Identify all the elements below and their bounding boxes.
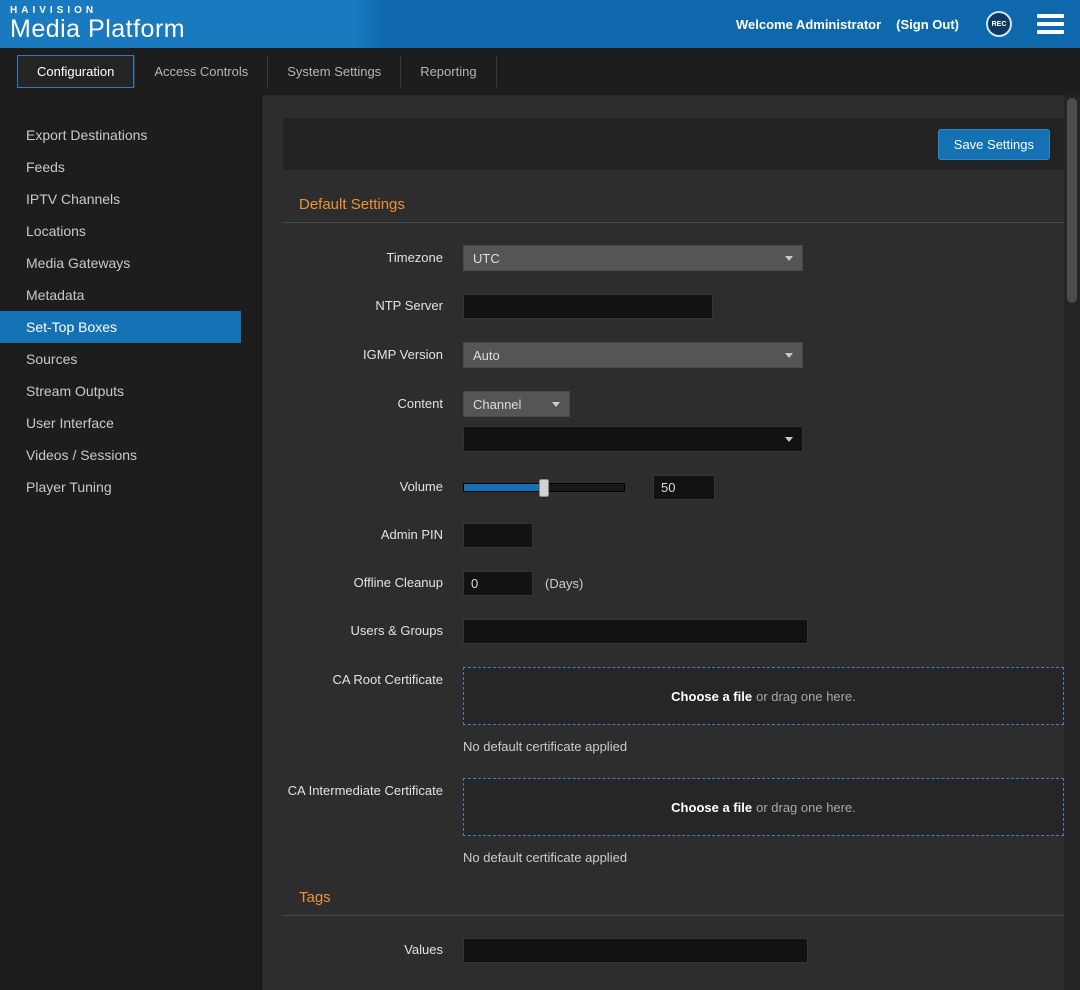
admin-pin-row: Admin PIN xyxy=(283,523,1064,548)
sidebar-item-feeds[interactable]: Feeds xyxy=(0,151,241,183)
content-label: Content xyxy=(283,391,443,413)
sidebar-item-locations[interactable]: Locations xyxy=(0,215,241,247)
timezone-select-value: UTC xyxy=(473,251,785,266)
vertical-scrollbar[interactable] xyxy=(1064,95,1080,990)
sidebar-item-player-tuning[interactable]: Player Tuning xyxy=(0,471,241,503)
tab-reporting[interactable]: Reporting xyxy=(400,55,496,88)
users-groups-label: Users & Groups xyxy=(283,623,443,640)
igmp-version-select-value: Auto xyxy=(473,348,785,363)
ca-intermediate-choose-file-link[interactable]: Choose a file xyxy=(671,800,752,815)
timezone-select[interactable]: UTC xyxy=(463,245,803,271)
offline-cleanup-label: Offline Cleanup xyxy=(283,575,443,592)
brand-product: Media Platform xyxy=(10,15,185,44)
main-nav: Configuration Access Controls System Set… xyxy=(0,48,1080,95)
offline-cleanup-row: Offline Cleanup (Days) xyxy=(283,571,1064,596)
sidebar-item-user-interface[interactable]: User Interface xyxy=(0,407,241,439)
sidebar-item-iptv-channels[interactable]: IPTV Channels xyxy=(0,183,241,215)
offline-cleanup-suffix: (Days) xyxy=(545,576,583,591)
ca-intermediate-dropzone[interactable]: Choose a file or drag one here. xyxy=(463,778,1064,836)
igmp-version-label: IGMP Version xyxy=(283,347,443,364)
section-divider xyxy=(283,222,1064,223)
config-sidebar: Export Destinations Feeds IPTV Channels … xyxy=(0,95,262,990)
menu-icon[interactable] xyxy=(1037,10,1064,38)
tags-values-label: Values xyxy=(283,942,443,959)
ntp-server-row: NTP Server xyxy=(283,294,1064,319)
offline-cleanup-input[interactable] xyxy=(463,571,533,596)
content-type-select-value: Channel xyxy=(473,397,544,412)
chevron-down-icon xyxy=(785,353,793,358)
ca-root-dropzone[interactable]: Choose a file or drag one here. xyxy=(463,667,1064,725)
ca-intermediate-row: CA Intermediate Certificate Choose a fil… xyxy=(283,778,1064,836)
sidebar-item-set-top-boxes[interactable]: Set-Top Boxes xyxy=(0,311,241,343)
sidebar-item-stream-outputs[interactable]: Stream Outputs xyxy=(0,375,241,407)
chevron-down-icon xyxy=(552,402,560,407)
ca-root-choose-file-link[interactable]: Choose a file xyxy=(671,689,752,704)
section-divider xyxy=(283,915,1064,916)
ca-root-label: CA Root Certificate xyxy=(283,667,443,689)
scrollbar-thumb[interactable] xyxy=(1067,98,1077,303)
sidebar-item-export-destinations[interactable]: Export Destinations xyxy=(0,119,241,151)
action-toolbar: Save Settings xyxy=(283,118,1064,170)
volume-slider-thumb[interactable] xyxy=(539,479,549,497)
tags-values-input[interactable] xyxy=(463,938,808,963)
sign-out-link[interactable]: (Sign Out) xyxy=(896,17,959,32)
timezone-label: Timezone xyxy=(283,250,443,267)
save-settings-button[interactable]: Save Settings xyxy=(938,129,1050,160)
users-groups-input[interactable] xyxy=(463,619,808,644)
ntp-server-input[interactable] xyxy=(463,294,713,319)
content-row: Content Channel xyxy=(283,391,1064,452)
content-item-select[interactable] xyxy=(463,426,803,452)
tab-system-settings[interactable]: System Settings xyxy=(267,55,400,88)
volume-slider[interactable] xyxy=(463,483,625,492)
volume-row: Volume xyxy=(283,475,1064,500)
timezone-row: Timezone UTC xyxy=(283,245,1064,271)
sidebar-item-media-gateways[interactable]: Media Gateways xyxy=(0,247,241,279)
chevron-down-icon xyxy=(785,256,793,261)
tags-values-row: Values xyxy=(283,938,1064,963)
ca-intermediate-status: No default certificate applied xyxy=(463,850,1064,865)
tags-heading: Tags xyxy=(299,889,1064,906)
settings-content: Save Settings Default Settings Timezone … xyxy=(262,95,1080,990)
ca-root-status: No default certificate applied xyxy=(463,739,1064,754)
volume-label: Volume xyxy=(283,479,443,496)
ca-intermediate-drag-text: or drag one here. xyxy=(756,800,856,815)
users-groups-row: Users & Groups xyxy=(283,619,1064,644)
ca-root-drag-text: or drag one here. xyxy=(756,689,856,704)
chevron-down-icon xyxy=(785,437,793,442)
ntp-server-label: NTP Server xyxy=(283,298,443,315)
volume-input[interactable] xyxy=(653,475,715,500)
brand-logo: HAIVISION Media Platform xyxy=(10,5,185,44)
tab-configuration[interactable]: Configuration xyxy=(17,55,134,88)
volume-slider-fill xyxy=(464,484,544,491)
igmp-version-select[interactable]: Auto xyxy=(463,342,803,368)
sidebar-item-metadata[interactable]: Metadata xyxy=(0,279,241,311)
default-settings-heading: Default Settings xyxy=(299,196,1064,213)
admin-pin-input[interactable] xyxy=(463,523,533,548)
content-type-select[interactable]: Channel xyxy=(463,391,570,417)
rec-badge-label: REC xyxy=(992,21,1007,28)
app-header: HAIVISION Media Platform Welcome Adminis… xyxy=(0,0,1080,48)
admin-pin-label: Admin PIN xyxy=(283,527,443,544)
ca-root-row: CA Root Certificate Choose a file or dra… xyxy=(283,667,1064,725)
sidebar-item-sources[interactable]: Sources xyxy=(0,343,241,375)
igmp-version-row: IGMP Version Auto xyxy=(283,342,1064,368)
ca-intermediate-label: CA Intermediate Certificate xyxy=(283,778,443,800)
sidebar-item-videos-sessions[interactable]: Videos / Sessions xyxy=(0,439,241,471)
tab-access-controls[interactable]: Access Controls xyxy=(134,55,267,88)
welcome-text: Welcome Administrator xyxy=(736,17,881,32)
rec-badge[interactable]: REC xyxy=(986,11,1012,37)
